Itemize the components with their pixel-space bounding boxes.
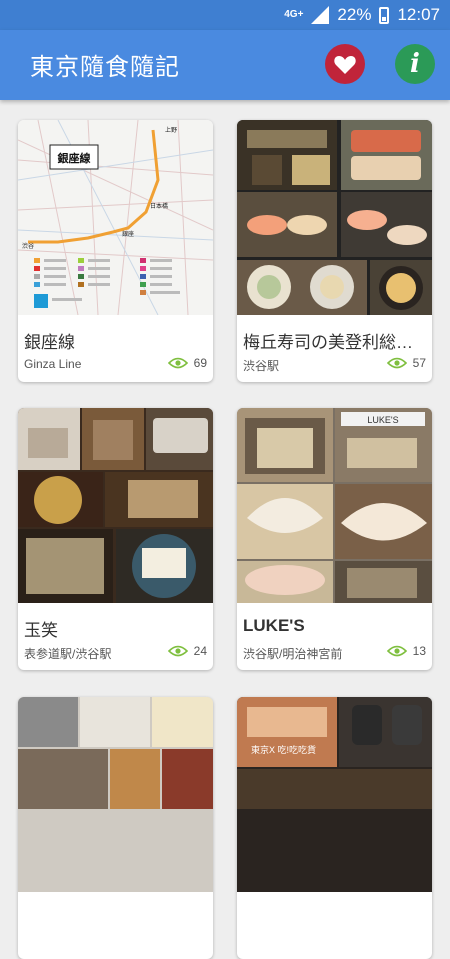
eye-icon — [386, 357, 407, 369]
clock: 12:07 — [397, 5, 440, 24]
eye-icon — [386, 645, 407, 657]
eye-icon — [167, 645, 188, 657]
view-count: 13 — [386, 644, 426, 658]
app-bar: 東京隨食隨記 i — [0, 30, 450, 100]
info-icon: i — [410, 49, 420, 79]
signal-icon — [311, 6, 330, 24]
card-image — [18, 408, 213, 603]
card-image: LUKE'S — [237, 408, 432, 603]
view-count-value: 13 — [412, 644, 426, 658]
card-image — [237, 120, 432, 315]
card-title: LUKE'S — [243, 616, 305, 635]
view-count-value: 57 — [412, 356, 426, 370]
view-count: 24 — [167, 644, 207, 658]
card-lukes[interactable]: LUKE'S LUKE'S 渋谷駅/明治神宮前 13 — [237, 408, 432, 670]
station-ueno: 上野 — [165, 126, 177, 134]
line-legend — [34, 258, 180, 308]
view-count-value: 24 — [193, 644, 207, 658]
card-subtitle: Ginza Line — [24, 357, 82, 371]
card-image: 銀座線 上野 日本橋 銀座 渋谷 — [18, 120, 213, 315]
view-count: 69 — [167, 356, 207, 370]
view-count-value: 69 — [193, 356, 207, 370]
card-image — [18, 697, 213, 892]
card-ginza-line[interactable]: 銀座線 上野 日本橋 銀座 渋谷 銀座線 Ginza Line 69 — [18, 120, 213, 382]
card-tamawarai[interactable]: 玉笑 表参道駅/渋谷駅 24 — [18, 408, 213, 670]
card-partial-right[interactable]: 東京X 吃!吃吃貨 — [237, 697, 432, 959]
status-bar: 4G+ 22% 12:07 — [0, 0, 450, 30]
card-subtitle: 表参道駅/渋谷駅 — [24, 647, 112, 661]
card-image: 東京X 吃!吃吃貨 — [237, 697, 432, 892]
card-title: 梅丘寿司の美登利総本店 — [243, 333, 423, 352]
lukes-sign: LUKE'S — [367, 415, 398, 425]
heart-icon — [334, 56, 356, 74]
battery-percent: 22% — [337, 5, 372, 24]
network-type: 4G+ — [284, 9, 304, 20]
info-button[interactable]: i — [395, 44, 435, 84]
overlay-text: 東京X 吃!吃吃貨 — [251, 744, 316, 755]
view-count: 57 — [386, 356, 426, 370]
station-shibuya: 渋谷 — [22, 242, 34, 250]
station-ginza: 銀座 — [122, 230, 134, 238]
app-title: 東京隨食隨記 — [30, 54, 180, 81]
card-title: 銀座線 — [24, 333, 75, 352]
station-nihonbashi: 日本橋 — [150, 202, 168, 210]
battery-icon — [379, 6, 390, 24]
card-partial-left[interactable] — [18, 697, 213, 959]
card-subtitle: 渋谷駅 — [243, 359, 280, 373]
favorites-button[interactable] — [325, 44, 365, 84]
eye-icon — [167, 357, 188, 369]
card-title: 玉笑 — [24, 621, 58, 640]
card-subtitle: 渋谷駅/明治神宮前 — [243, 647, 343, 661]
map-label: 銀座線 — [58, 151, 91, 165]
card-sushi-restaurant[interactable]: 梅丘寿司の美登利総本店 渋谷駅 57 — [237, 120, 432, 382]
